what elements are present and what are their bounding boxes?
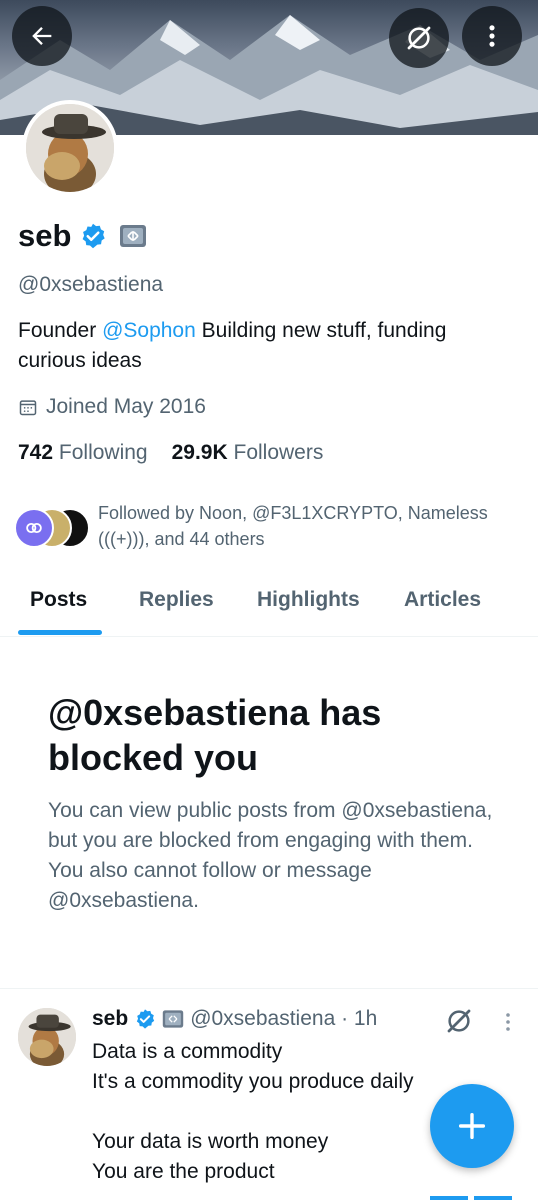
tab-posts[interactable]: Posts <box>30 588 87 612</box>
affiliate-badge-icon[interactable] <box>119 222 147 250</box>
blocked-message: You can view public posts from @0xsebast… <box>48 799 493 912</box>
tab-overflow-edge[interactable]: │ <box>534 588 538 612</box>
blocked-title: @0xsebastiena has blocked you <box>48 692 382 778</box>
grok-button[interactable] <box>389 8 449 68</box>
grok-icon <box>407 26 431 50</box>
link-icon <box>26 522 42 534</box>
following-link[interactable]: 742 Following <box>18 441 148 465</box>
hidden-button-edge <box>474 1196 512 1200</box>
avatar-portrait-icon <box>18 1008 76 1066</box>
bio-mention-link[interactable]: @Sophon <box>102 319 196 342</box>
plus-icon <box>458 1112 486 1140</box>
post-handle-time: @0xsebastiena · 1h <box>190 1007 378 1030</box>
back-button[interactable] <box>12 6 72 66</box>
more-vertical-icon <box>489 25 495 47</box>
tab-highlights[interactable]: Highlights <box>257 588 360 612</box>
back-arrow-icon <box>32 27 52 45</box>
compose-button[interactable] <box>430 1084 514 1168</box>
bio-text-prefix: Founder <box>18 319 103 342</box>
post-avatar[interactable] <box>18 1008 76 1066</box>
calendar-icon <box>19 400 37 416</box>
divider <box>0 988 538 989</box>
following-count: 742 <box>18 441 54 464</box>
joined-text: Joined May 2016 <box>46 395 206 418</box>
profile-name: seb <box>18 218 72 253</box>
more-options-button[interactable] <box>462 6 522 66</box>
profile-handle: @0xsebastiena <box>18 273 164 296</box>
profile-avatar[interactable] <box>22 100 118 196</box>
post-line: Data is a commodity <box>92 1040 283 1063</box>
followed-by-avatars <box>14 508 90 548</box>
followers-label: Followers <box>233 441 324 464</box>
followers-count: 29.9K <box>171 441 228 464</box>
follower-avatar <box>14 508 54 548</box>
more-vertical-icon[interactable] <box>496 1010 520 1034</box>
followed-by-text: Followed by Noon, @F3L1XCRYPTO, Nameless… <box>98 503 488 549</box>
profile-name-row: seb <box>18 218 147 254</box>
avatar-portrait-icon <box>26 104 114 192</box>
blocked-notice: @0xsebastiena has blocked you You can vi… <box>48 690 508 916</box>
followers-link[interactable]: 29.9K Followers <box>172 441 324 465</box>
followed-by-row[interactable]: Followed by Noon, @F3L1XCRYPTO, Nameless… <box>14 500 518 552</box>
follow-stats: 742 Following 29.9K Followers <box>18 441 323 465</box>
following-label: Following <box>58 441 148 464</box>
tab-articles[interactable]: Articles <box>404 588 481 612</box>
joined-date: Joined May 2016 <box>18 395 206 419</box>
post-author-name[interactable]: seb <box>92 1007 128 1031</box>
grok-icon[interactable] <box>444 1006 474 1036</box>
verified-badge-icon <box>137 1009 155 1029</box>
profile-bio: Founder @Sophon Building new stuff, fund… <box>18 316 518 376</box>
affiliate-badge-icon <box>162 1010 184 1028</box>
profile-tabs: Posts Replies Highlights Articles │ <box>0 568 538 637</box>
hidden-button-edge <box>430 1196 468 1200</box>
post-header: seb @0xsebastiena · 1h <box>92 1007 377 1031</box>
tab-replies[interactable]: Replies <box>139 588 214 612</box>
active-tab-indicator <box>18 630 102 635</box>
verified-badge-icon[interactable] <box>79 222 107 250</box>
